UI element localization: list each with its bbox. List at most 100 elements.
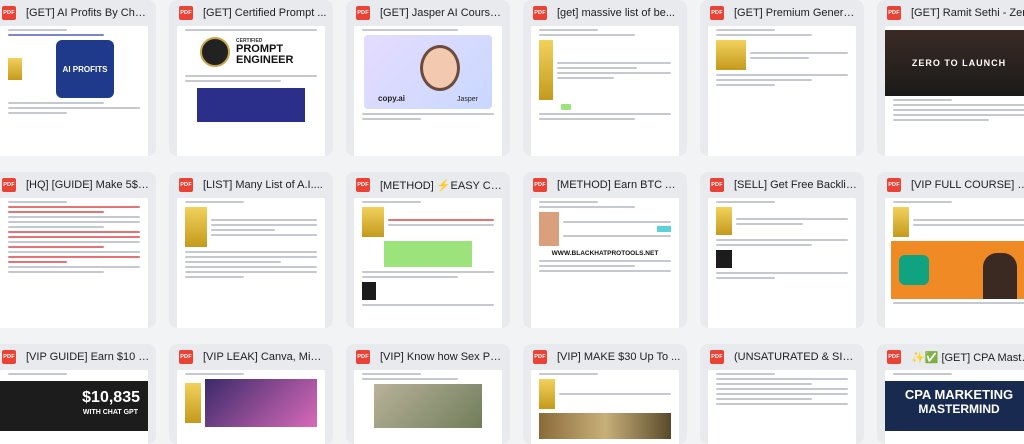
thumb-text: CPA MARKETING xyxy=(904,387,1014,402)
file-card[interactable]: PDF [LIST] Many List of A.I.... xyxy=(169,172,333,328)
pdf-icon: PDF xyxy=(887,350,901,364)
file-card[interactable]: PDF [METHOD] Earn BTC A... WWW.BLACKHATP… xyxy=(523,172,687,328)
card-header: PDF [VIP GUIDE] Earn $10 E... xyxy=(0,344,156,370)
file-thumbnail[interactable]: copy.ai Jasper xyxy=(354,26,502,156)
pdf-icon: PDF xyxy=(356,350,370,364)
file-title[interactable]: [VIP GUIDE] Earn $10 E... xyxy=(26,351,150,363)
card-header: PDF [METHOD] Earn BTC A... xyxy=(523,172,687,198)
file-grid: PDF [GET] AI Profits By Cha... AI PROFIT… xyxy=(0,0,1024,444)
file-card[interactable]: PDF [get] massive list of be... xyxy=(523,0,687,156)
thumb-text: PROMPT ENGINEER xyxy=(236,43,294,66)
card-header: PDF [GET] Certified Prompt ... xyxy=(169,0,333,26)
pdf-icon: PDF xyxy=(887,178,901,192)
file-thumbnail[interactable] xyxy=(708,198,856,328)
thumb-text: ZERO TO LAUNCH xyxy=(911,58,1007,68)
file-title[interactable]: [SELL] Get Free Backlin... xyxy=(734,179,858,191)
file-card[interactable]: PDF [METHOD] ⚡EASY CC ... xyxy=(346,172,510,328)
card-header: PDF [VIP] MAKE $30 Up To ... xyxy=(523,344,687,370)
file-title[interactable]: [METHOD] ⚡EASY CC ... xyxy=(380,179,504,192)
card-header: PDF [GET] Premium Genera... xyxy=(700,0,864,26)
file-title[interactable]: [METHOD] Earn BTC A... xyxy=(557,179,681,191)
file-card[interactable]: PDF [VIP] MAKE $30 Up To ... xyxy=(523,344,687,444)
file-card[interactable]: PDF [HQ] [GUIDE] Make 5$ ... xyxy=(0,172,156,328)
card-header: PDF [GET] Ramit Sethi - Zer... xyxy=(877,0,1024,26)
file-thumbnail[interactable] xyxy=(531,370,679,444)
file-thumbnail[interactable] xyxy=(177,198,325,328)
file-title[interactable]: (UNSATURATED & SIMP... xyxy=(734,351,858,363)
file-title[interactable]: [VIP LEAK] Canva, Midj... xyxy=(203,351,327,363)
thumb-text: WWW.BLACKHATPROTOOLS.NET xyxy=(551,250,659,257)
file-title[interactable]: [GET] Ramit Sethi - Zer... xyxy=(911,7,1024,19)
pdf-icon: PDF xyxy=(179,350,193,364)
file-title[interactable]: [VIP] MAKE $30 Up To ... xyxy=(557,351,681,363)
thumb-subtext: Jasper xyxy=(456,96,478,103)
pdf-icon: PDF xyxy=(710,178,724,192)
file-title[interactable]: [VIP] Know how Sex Pa... xyxy=(380,351,504,363)
file-card[interactable]: PDF [GET] Premium Genera... xyxy=(700,0,864,156)
thumb-subtext: MASTERMIND xyxy=(918,402,1000,416)
card-header: PDF [METHOD] ⚡EASY CC ... xyxy=(346,172,510,198)
file-card[interactable]: PDF [GET] Ramit Sethi - Zer... ZERO TO L… xyxy=(877,0,1024,156)
file-card[interactable]: PDF [VIP FULL COURSE] Ch... xyxy=(877,172,1024,328)
file-title[interactable]: ✨✅ [GET] CPA Maste... xyxy=(911,351,1024,364)
card-header: PDF ✨✅ [GET] CPA Maste... xyxy=(877,344,1024,370)
pdf-icon: PDF xyxy=(356,6,370,20)
pdf-icon: PDF xyxy=(533,6,547,20)
file-card[interactable]: PDF [VIP] Know how Sex Pa... xyxy=(346,344,510,444)
file-card[interactable]: PDF (UNSATURATED & SIMP... xyxy=(700,344,864,444)
file-thumbnail[interactable] xyxy=(708,26,856,156)
file-title[interactable]: [get] massive list of be... xyxy=(557,7,681,19)
pdf-icon: PDF xyxy=(710,6,724,20)
file-title[interactable]: [HQ] [GUIDE] Make 5$ ... xyxy=(26,179,150,191)
pdf-icon: PDF xyxy=(533,178,547,192)
card-header: PDF [VIP LEAK] Canva, Midj... xyxy=(169,344,333,370)
card-header: PDF [GET] Jasper AI Course... xyxy=(346,0,510,26)
card-header: PDF [HQ] [GUIDE] Make 5$ ... xyxy=(0,172,156,198)
pdf-icon: PDF xyxy=(533,350,547,364)
pdf-icon: PDF xyxy=(2,6,16,20)
file-thumbnail[interactable] xyxy=(0,198,148,328)
file-title[interactable]: [GET] Certified Prompt ... xyxy=(203,7,327,19)
file-card[interactable]: PDF [GET] AI Profits By Cha... AI PROFIT… xyxy=(0,0,156,156)
file-thumbnail[interactable]: CERTIFIED PROMPT ENGINEER xyxy=(177,26,325,156)
file-title[interactable]: [GET] Premium Genera... xyxy=(734,7,858,19)
thumb-text: $10,835 xyxy=(82,389,140,406)
file-thumbnail[interactable] xyxy=(354,198,502,328)
file-thumbnail[interactable]: AI PROFITS xyxy=(0,26,148,156)
file-thumbnail[interactable]: $10,835 WITH CHAT GPT xyxy=(0,370,148,444)
file-thumbnail[interactable] xyxy=(885,198,1024,328)
file-thumbnail[interactable]: ZERO TO LAUNCH xyxy=(885,26,1024,156)
file-title[interactable]: [GET] Jasper AI Course... xyxy=(380,7,504,19)
file-title[interactable]: [VIP FULL COURSE] Ch... xyxy=(911,179,1024,191)
thumb-text: AI PROFITS xyxy=(62,64,108,74)
file-card[interactable]: PDF [GET] Certified Prompt ... CERTIFIED… xyxy=(169,0,333,156)
card-header: PDF [VIP FULL COURSE] Ch... xyxy=(877,172,1024,198)
file-card[interactable]: PDF ✨✅ [GET] CPA Maste... CPA MARKETING … xyxy=(877,344,1024,444)
file-card[interactable]: PDF [SELL] Get Free Backlin... xyxy=(700,172,864,328)
file-thumbnail[interactable]: CPA MARKETING MASTERMIND xyxy=(885,370,1024,444)
file-card[interactable]: PDF [VIP LEAK] Canva, Midj... xyxy=(169,344,333,444)
file-card[interactable]: PDF [VIP GUIDE] Earn $10 E... $10,835 WI… xyxy=(0,344,156,444)
file-card[interactable]: PDF [GET] Jasper AI Course... copy.ai Ja… xyxy=(346,0,510,156)
pdf-icon: PDF xyxy=(179,6,193,20)
file-thumbnail[interactable] xyxy=(354,370,502,444)
file-thumbnail[interactable] xyxy=(177,370,325,444)
thumb-text: copy.ai xyxy=(378,94,405,103)
file-thumbnail[interactable]: WWW.BLACKHATPROTOOLS.NET xyxy=(531,198,679,328)
pdf-icon: PDF xyxy=(356,178,370,192)
pdf-icon: PDF xyxy=(887,6,901,20)
pdf-icon: PDF xyxy=(2,350,16,364)
card-header: PDF [VIP] Know how Sex Pa... xyxy=(346,344,510,370)
file-thumbnail[interactable] xyxy=(531,26,679,156)
card-header: PDF [get] massive list of be... xyxy=(523,0,687,26)
card-header: PDF [LIST] Many List of A.I.... xyxy=(169,172,333,198)
card-header: PDF [SELL] Get Free Backlin... xyxy=(700,172,864,198)
pdf-icon: PDF xyxy=(2,178,16,192)
card-header: PDF (UNSATURATED & SIMP... xyxy=(700,344,864,370)
file-title[interactable]: [GET] AI Profits By Cha... xyxy=(26,7,150,19)
file-thumbnail[interactable] xyxy=(708,370,856,444)
pdf-icon: PDF xyxy=(179,178,193,192)
card-header: PDF [GET] AI Profits By Cha... xyxy=(0,0,156,26)
pdf-icon: PDF xyxy=(710,350,724,364)
file-title[interactable]: [LIST] Many List of A.I.... xyxy=(203,179,327,191)
